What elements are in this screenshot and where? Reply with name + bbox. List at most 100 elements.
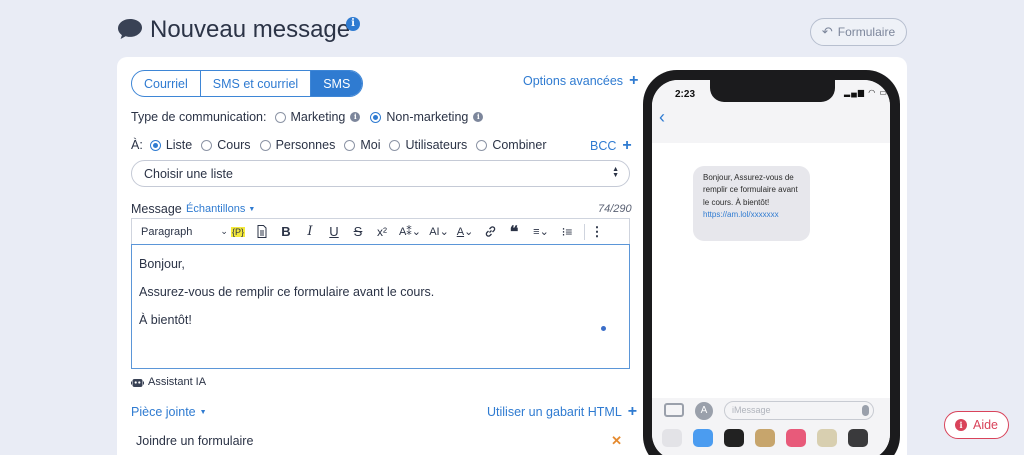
undo-arrow-icon: ↶ xyxy=(821,24,833,39)
ai-assistant-button[interactable]: Assistant IA xyxy=(131,376,206,388)
cours-label: Cours xyxy=(217,138,251,152)
info-icon[interactable]: i xyxy=(350,112,361,122)
list-select-value: Choisir une liste xyxy=(144,166,233,181)
plus-icon: + xyxy=(629,72,639,89)
tab-sms[interactable]: SMS xyxy=(311,71,363,96)
form-button[interactable]: ↶ Formulaire xyxy=(810,18,907,46)
paragraph-label: Paragraph xyxy=(141,225,193,238)
combiner-label: Combiner xyxy=(492,138,547,152)
samples-label: Échantillons xyxy=(186,203,246,215)
bullet-list-icon[interactable]: ⁝≡ xyxy=(556,219,578,245)
editor-line: Assurez-vous de remplir ce formulaire av… xyxy=(139,285,435,299)
radio-cours[interactable] xyxy=(201,139,213,151)
form-button-label: Formulaire xyxy=(837,25,896,39)
comm-type-label: Type de communication: xyxy=(131,110,267,124)
search-images-icon[interactable] xyxy=(786,429,806,447)
bcc-link[interactable]: BCC + xyxy=(590,137,632,154)
phone-notch xyxy=(710,80,835,102)
apple-pay-icon[interactable] xyxy=(724,429,744,447)
back-chevron-icon[interactable]: ‹ xyxy=(659,107,665,128)
italic-icon[interactable]: I xyxy=(298,219,322,245)
app-store-icon[interactable]: A xyxy=(695,402,713,420)
advanced-options-label: Options avancées xyxy=(523,74,624,88)
tab-sms-et-courriel[interactable]: SMS et courriel xyxy=(201,71,312,96)
robot-icon xyxy=(131,378,144,387)
comm-type-row: Type de communication: Marketing i Non-m… xyxy=(131,110,484,124)
more-vertical-icon[interactable]: ⋮ xyxy=(585,219,609,245)
info-icon: i xyxy=(954,419,967,431)
document-icon[interactable] xyxy=(250,219,274,245)
message-editor[interactable]: Bonjour, Assurez-vous de remplir ce form… xyxy=(131,244,630,369)
status-icons: ▂▄▆ ◠ ▭ xyxy=(844,88,888,97)
help-button[interactable]: i Aide xyxy=(944,411,1009,439)
radio-marketing[interactable] xyxy=(274,111,286,123)
link-icon[interactable] xyxy=(478,219,502,245)
close-icon[interactable]: ✕ xyxy=(611,433,622,449)
attachment-dropdown[interactable]: Pièce jointe ▼ xyxy=(131,405,207,419)
radio-liste[interactable] xyxy=(149,139,161,151)
join-form-label: Joindre un formulaire xyxy=(136,434,254,448)
editor-line: À bientôt! xyxy=(139,313,192,327)
recipients-label: À: xyxy=(131,138,143,152)
attachment-label: Pièce jointe xyxy=(131,405,196,419)
page-title: Nouveau message xyxy=(150,16,351,43)
strikethrough-icon[interactable]: S xyxy=(346,219,370,245)
underline-icon[interactable]: U xyxy=(322,219,346,245)
font-size-icon[interactable]: AI⌄ xyxy=(426,219,452,245)
app-store-app-icon[interactable] xyxy=(693,429,713,447)
bcc-label: BCC xyxy=(590,139,617,153)
radio-non-marketing[interactable] xyxy=(370,111,382,123)
moi-label: Moi xyxy=(360,138,381,152)
superscript-icon[interactable]: x² xyxy=(370,219,394,245)
caret-down-icon: ▼ xyxy=(199,408,207,416)
placeholder-token-button[interactable]: {P} xyxy=(226,219,250,245)
radio-moi[interactable] xyxy=(344,139,356,151)
grammar-dot-icon xyxy=(601,326,606,331)
plus-icon: + xyxy=(627,403,638,420)
radio-utilisateurs[interactable] xyxy=(389,139,401,151)
microphone-icon[interactable] xyxy=(862,405,869,416)
info-icon[interactable]: i xyxy=(346,17,360,31)
align-icon[interactable]: ≡⌄ xyxy=(526,219,556,245)
html-template-link[interactable]: Utiliser un gabarit HTML + xyxy=(487,403,638,420)
chat-bubble-icon xyxy=(118,19,142,39)
editor-toolbar: Paragraph ⌄ {P} B I U S x² A⁑⌄ AI⌄ A ⌄ ❝ … xyxy=(131,218,630,244)
recipients-row: À: Liste Cours Personnes Moi Utilisateur… xyxy=(131,138,547,152)
caret-down-icon: ▼ xyxy=(248,205,256,213)
help-label: Aide xyxy=(972,418,999,432)
memoji-icon[interactable] xyxy=(817,429,837,447)
paragraph-dropdown[interactable]: Paragraph ⌄ xyxy=(132,219,228,245)
font-family-icon[interactable]: A⁑⌄ xyxy=(394,219,426,245)
text-color-icon[interactable]: A ⌄ xyxy=(452,219,478,245)
bubble-text: Bonjour, Assurez-vous de remplir ce form… xyxy=(703,173,798,207)
html-template-label: Utiliser un gabarit HTML xyxy=(487,405,622,419)
placeholder-token-label: {P} xyxy=(230,226,245,237)
samples-dropdown[interactable]: Échantillons ▼ xyxy=(186,203,255,215)
photos-app-icon[interactable] xyxy=(662,429,682,447)
bubble-link[interactable]: https://am.lol/xxxxxxx xyxy=(703,209,800,221)
plus-icon: + xyxy=(622,137,632,154)
info-icon[interactable]: i xyxy=(473,112,484,122)
camera-icon[interactable] xyxy=(664,403,684,417)
quote-icon[interactable]: ❝ xyxy=(502,219,526,245)
non-marketing-label: Non-marketing xyxy=(386,110,469,124)
digital-touch-icon[interactable] xyxy=(848,429,868,447)
marketing-label: Marketing xyxy=(290,110,346,124)
imessage-placeholder: iMessage xyxy=(732,405,771,415)
message-label: Message xyxy=(131,202,182,216)
list-select[interactable]: Choisir une liste ▲ ▼ xyxy=(131,160,630,187)
animoji-icon[interactable] xyxy=(755,429,775,447)
imessage-input[interactable]: iMessage xyxy=(724,401,874,420)
personnes-label: Personnes xyxy=(275,138,336,152)
liste-label: Liste xyxy=(165,138,193,152)
tab-courriel[interactable]: Courriel xyxy=(132,71,201,96)
phone-time: 2:23 xyxy=(675,89,696,100)
char-counter: 74/290 xyxy=(598,203,632,215)
editor-line: Bonjour, xyxy=(139,257,185,271)
advanced-options-link[interactable]: Options avancées + xyxy=(523,72,639,89)
phone-screen: 2:23 ▂▄▆ ◠ ▭ ‹ A iMessage xyxy=(652,80,890,455)
bold-icon[interactable]: B xyxy=(274,219,298,245)
select-arrows-icon: ▲ ▼ xyxy=(612,166,619,179)
radio-combiner[interactable] xyxy=(476,139,488,151)
radio-personnes[interactable] xyxy=(259,139,271,151)
